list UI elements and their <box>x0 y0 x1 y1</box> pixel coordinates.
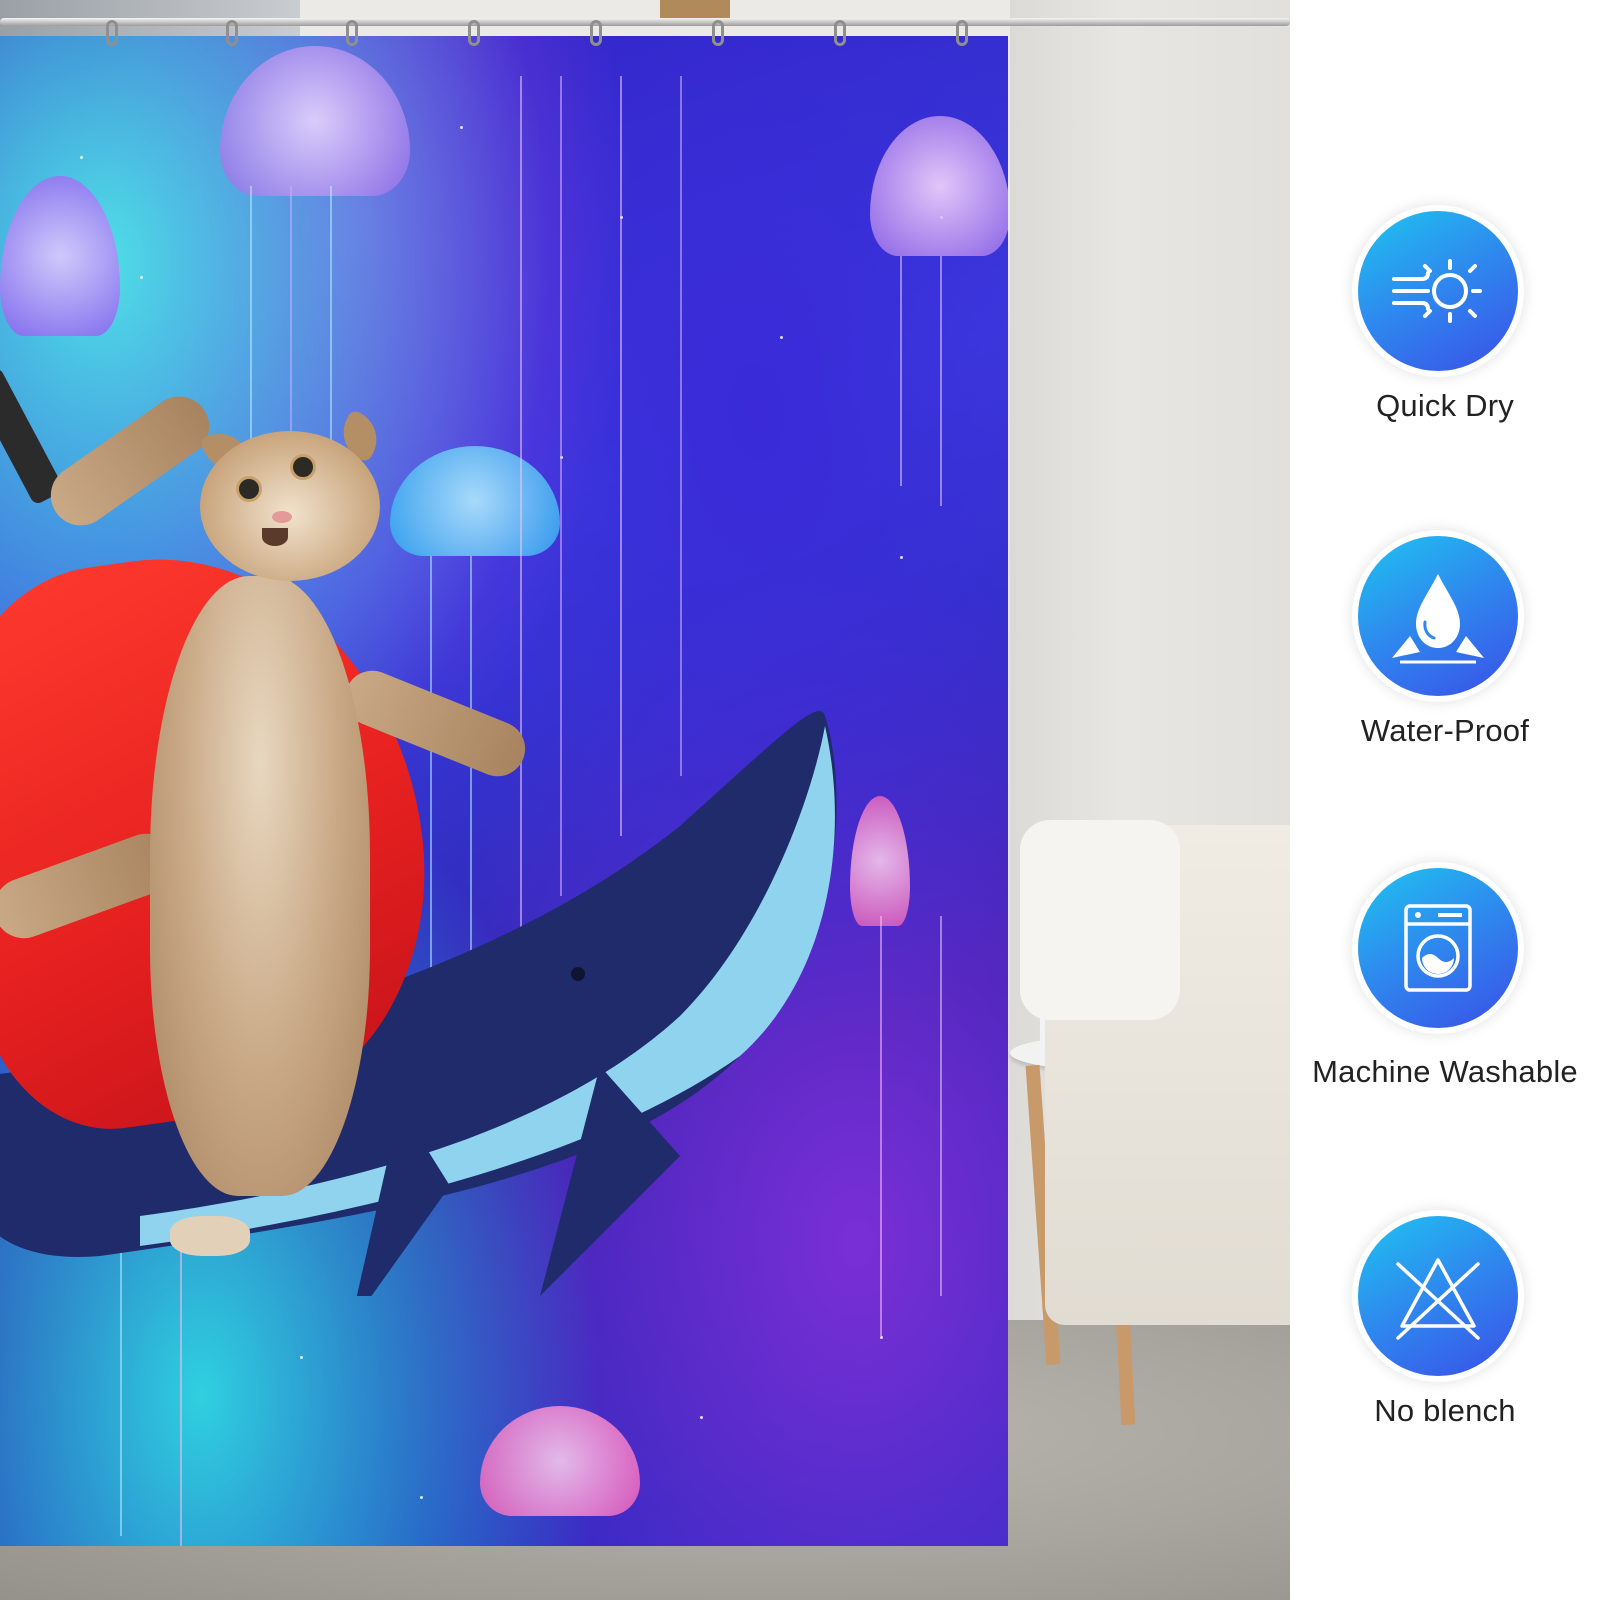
curtain-ring <box>468 20 480 46</box>
curtain-ring <box>834 20 846 46</box>
feature-badge <box>1352 205 1524 377</box>
washing-machine-icon <box>1404 904 1472 992</box>
curtain-ring <box>956 20 968 46</box>
wind-sun-icon <box>1392 259 1482 323</box>
feature-label: Water-Proof <box>1360 713 1530 748</box>
curtain-ring <box>712 20 724 46</box>
no-bleach-icon <box>1396 1258 1480 1340</box>
curtain-rod <box>0 18 1290 26</box>
water-drop-icon <box>1392 574 1484 664</box>
feature-label: Machine Washable <box>1312 1054 1578 1089</box>
curtain-ring <box>346 20 358 46</box>
feature-label: Quick Dry <box>1376 388 1514 423</box>
product-photo <box>0 0 1290 1600</box>
curtain-ring <box>226 20 238 46</box>
curtain-ring <box>590 20 602 46</box>
feature-list: Quick Dry Water-Proof Machine Washable N… <box>1290 0 1600 1600</box>
shower-curtain <box>0 36 1008 1546</box>
feature-badge <box>1352 530 1524 702</box>
feature-badge <box>1352 1210 1524 1382</box>
feature-badge <box>1352 862 1524 1034</box>
feature-label: No blench <box>1374 1393 1516 1428</box>
curtain-ring <box>106 20 118 46</box>
